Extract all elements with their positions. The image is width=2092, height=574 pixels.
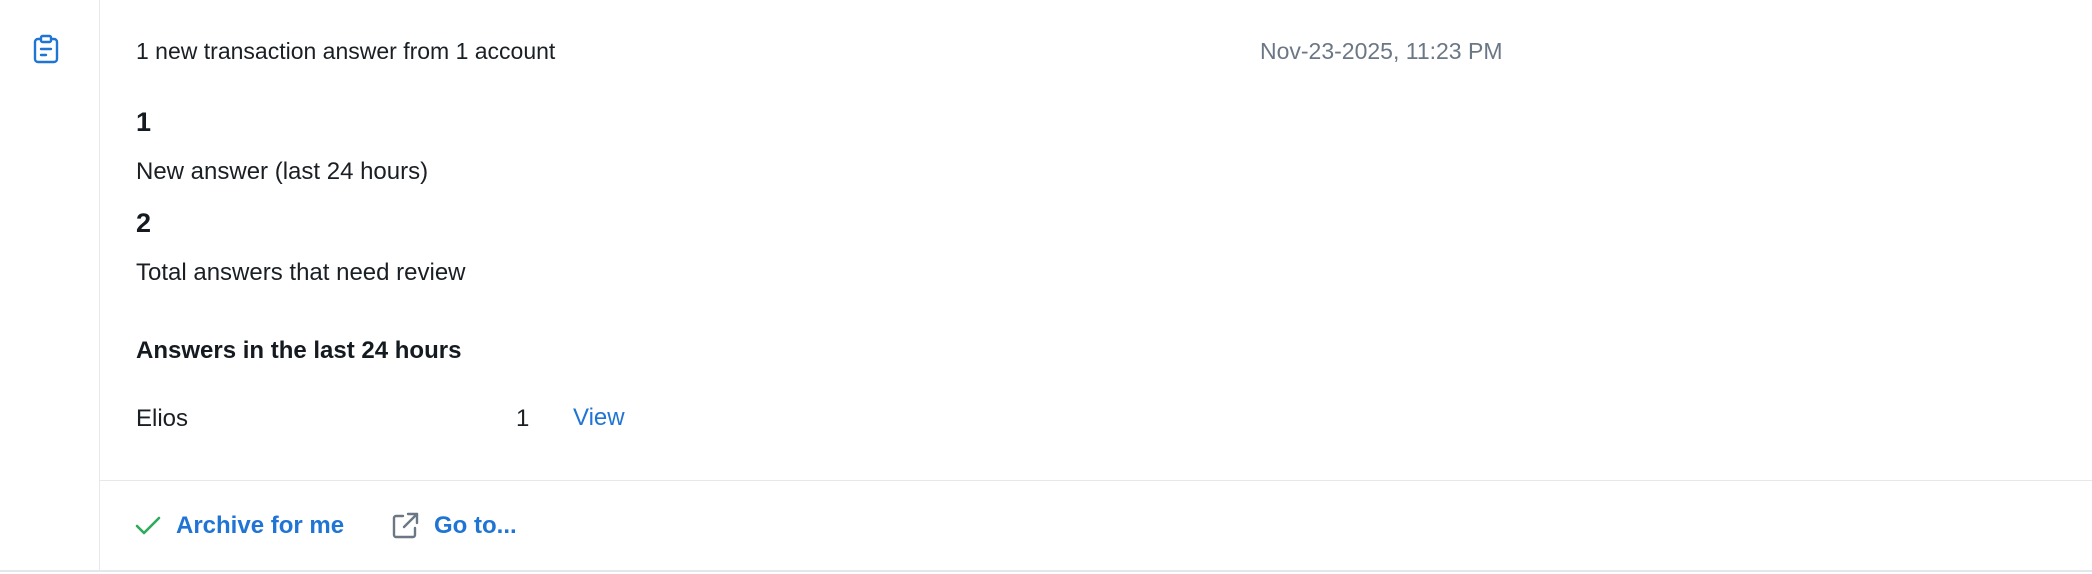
new-answers-count: 1 xyxy=(136,107,152,137)
notification-title: 1 new transaction answer from 1 account xyxy=(136,38,556,64)
go-to-label: Go to... xyxy=(434,512,517,539)
account-name: Elios xyxy=(136,405,189,432)
go-to-button[interactable]: Go to... xyxy=(390,508,517,544)
new-answers-label: New answer (last 24 hours) xyxy=(136,158,429,185)
total-review-count: 2 xyxy=(136,208,152,238)
archive-for-me-button[interactable]: Archive for me xyxy=(134,508,344,544)
external-link-icon xyxy=(392,512,419,539)
total-review-label: Total answers that need review xyxy=(136,259,466,286)
notification-timestamp: Nov-23-2025, 11:23 PM xyxy=(1260,38,1503,64)
footer-divider xyxy=(100,480,2092,481)
account-answer-count: 1 xyxy=(516,405,530,432)
view-link[interactable]: View xyxy=(573,402,625,434)
checkmark-icon xyxy=(135,516,161,535)
clipboard-icon xyxy=(33,34,59,64)
icon-column xyxy=(0,0,100,572)
notification-card: 1 new transaction answer from 1 account … xyxy=(0,0,2092,572)
answers-section-title: Answers in the last 24 hours xyxy=(136,337,462,364)
archive-label: Archive for me xyxy=(176,512,345,539)
